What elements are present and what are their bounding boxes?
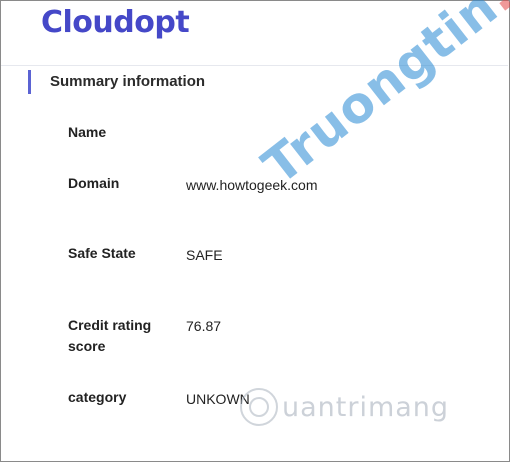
category-value: UNKOWN xyxy=(186,391,250,407)
credit-rating-label-line2: score xyxy=(68,338,106,354)
category-label: category xyxy=(68,389,127,405)
name-label: Name xyxy=(68,124,107,140)
cloudopt-logo[interactable]: Cloudopt xyxy=(41,5,190,40)
summary-title: Summary information xyxy=(50,73,206,90)
domain-value: www.howtogeek.com xyxy=(186,177,318,193)
credit-rating-value: 76.87 xyxy=(186,318,222,334)
section-accent-bar xyxy=(28,70,31,94)
app-header: Cloudopt xyxy=(1,1,508,65)
domain-label: Domain xyxy=(68,175,120,191)
credit-rating-label-line1: Credit rating xyxy=(68,317,152,333)
safe-state-label: Safe State xyxy=(68,245,136,261)
safe-state-value: SAFE xyxy=(186,247,223,263)
